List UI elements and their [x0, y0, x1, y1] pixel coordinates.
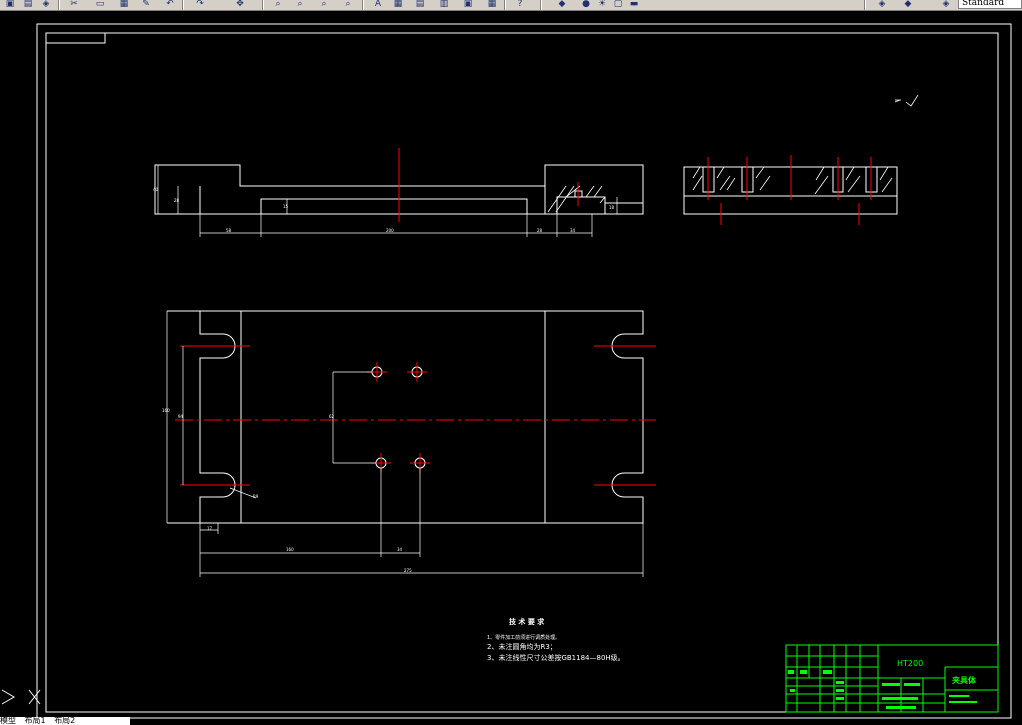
standard-toolbar: ▣ ▤ ◈ ✂ ▭ ▦ ✎ ↶ ↷ ✥ ⌕ ⌕ ⌕ ⌕ A ▦ ▤ ▥ ▣ ▦ … [0, 0, 1022, 11]
dim-text: 160 [286, 547, 294, 552]
calculator-icon[interactable]: ▦ [486, 0, 498, 9]
cut-icon[interactable]: ✂ [68, 0, 80, 9]
dim-text: 15 [283, 204, 289, 209]
text-icon[interactable]: A [372, 0, 384, 9]
dim-text: 28 [537, 228, 543, 233]
dimstyle-icon[interactable]: ◆ [902, 0, 914, 9]
tab-layout-1[interactable]: 布局1 [25, 717, 46, 725]
save-icon[interactable]: ▤ [22, 0, 34, 9]
undo-icon[interactable]: ↶ [164, 0, 176, 9]
text-style-combo[interactable]: Standard [958, 0, 1022, 9]
zoom-window-icon[interactable]: ⌕ [294, 0, 306, 9]
sheet-set-icon[interactable]: ▣ [462, 0, 474, 9]
match-icon[interactable]: ✎ [140, 0, 152, 9]
tab-model[interactable]: 模型 [0, 717, 16, 725]
tech-note-line: 2、未注圆角均为R3； [487, 642, 557, 651]
style-icon[interactable]: ◈ [876, 0, 888, 9]
design-center-icon[interactable]: ▤ [414, 0, 426, 9]
toolbar-separator [262, 0, 264, 10]
tech-note-line: 1、零件加工前须进行调质处理。 [487, 634, 560, 641]
redo-icon[interactable]: ↷ [194, 0, 206, 9]
zoom-realtime-icon[interactable]: ⌕ [342, 0, 354, 9]
dim-text: 40 [153, 187, 159, 192]
lineweight-icon[interactable]: ▢ [612, 0, 624, 9]
toolbar-separator [58, 0, 60, 10]
layer-icon[interactable]: ◆ [556, 0, 568, 9]
tech-note-line: 3、未注线性尺寸公差按GB1184—80H级。 [487, 653, 625, 662]
material-label: HT200 [897, 659, 923, 668]
dim-text: 62 [329, 414, 335, 419]
dim-text: 275 [404, 568, 412, 573]
tool-palette-icon[interactable]: ▥ [438, 0, 450, 9]
dim-text: 94 [178, 414, 184, 419]
tech-notes-heading: 技 术 要 求 [509, 617, 545, 626]
dim-text: 34 [397, 547, 403, 552]
open-icon[interactable]: ▣ [4, 0, 16, 9]
toolbar-separator [504, 0, 506, 10]
dim-text: 58 [226, 228, 232, 233]
help-icon[interactable]: ? [514, 0, 526, 9]
model-space-canvas[interactable]: 40 28 15 18 58 200 28 34 160 94 62 R9 17… [0, 11, 1022, 725]
zoom-previous-icon[interactable]: ⌕ [318, 0, 330, 9]
pan-icon[interactable]: ✥ [234, 0, 246, 9]
dim-text: 18 [609, 205, 615, 210]
properties-icon[interactable]: ▦ [392, 0, 404, 9]
layout-tabs: 模型 布局1 布局2 [0, 717, 130, 725]
copy-icon[interactable]: ▭ [94, 0, 106, 9]
dim-text: 160 [162, 408, 170, 413]
toolbar-separator [540, 0, 542, 10]
toolbar-separator [182, 0, 184, 10]
plot-icon[interactable]: ◈ [940, 0, 952, 9]
print-icon[interactable]: ◈ [40, 0, 52, 9]
linetype-icon[interactable]: ▬ [628, 0, 640, 9]
paste-icon[interactable]: ▦ [118, 0, 130, 9]
dim-text: 28 [174, 198, 180, 203]
layer-state-icon[interactable]: ● [580, 0, 592, 9]
part-name: 夹具体 [952, 675, 977, 685]
color-icon[interactable]: ☀ [596, 0, 608, 9]
zoom-icon[interactable]: ⌕ [272, 0, 284, 9]
dim-text: 17 [207, 526, 213, 531]
toolbar-separator [362, 0, 364, 10]
toolbar-separator [864, 0, 866, 10]
dim-text: 200 [386, 228, 394, 233]
dim-text: R9 [253, 494, 259, 499]
dim-text: 34 [570, 228, 576, 233]
tab-layout-2[interactable]: 布局2 [54, 717, 75, 725]
